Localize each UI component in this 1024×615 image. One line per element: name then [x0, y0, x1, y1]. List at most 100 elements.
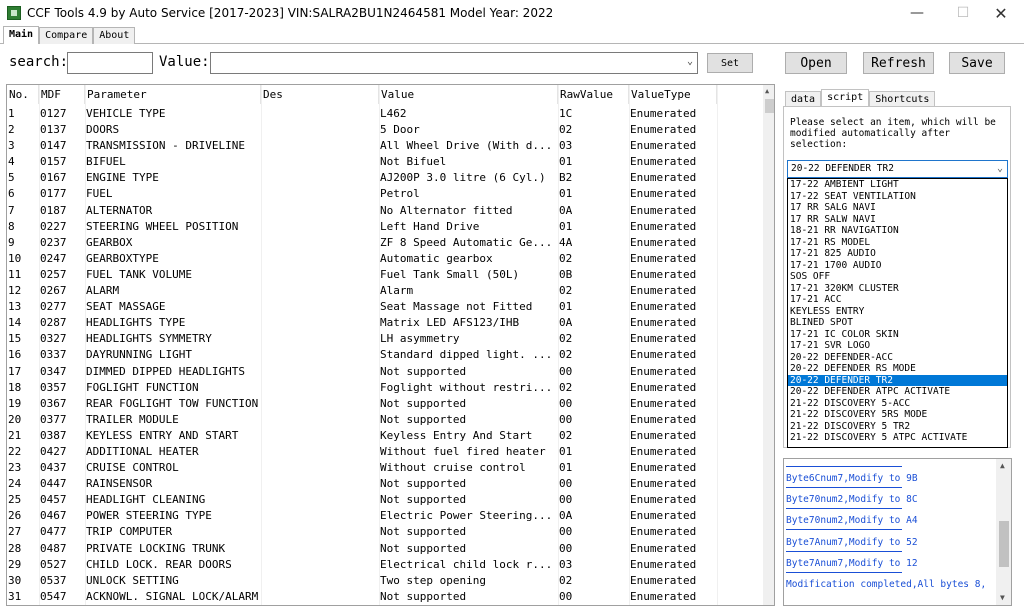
close-icon[interactable]: ✕: [978, 0, 1024, 26]
script-option[interactable]: 17 RR SALW NAVI: [788, 214, 1007, 226]
col-mdf[interactable]: MDF: [39, 85, 85, 104]
script-option[interactable]: 17-21 IC COLOR SKIN: [788, 329, 1007, 341]
refresh-button[interactable]: Refresh: [863, 52, 934, 74]
script-option[interactable]: BLINED SPOT: [788, 317, 1007, 329]
scroll-up-icon[interactable]: ▲: [1000, 461, 1005, 470]
table-row[interactable]: 9 0237 GEARBOX ZF 8 Speed Automatic Ge... 4A…: [7, 235, 759, 251]
table-row[interactable]: 30 0537 UNLOCK SETTING Two step opening 02 En…: [7, 573, 759, 589]
parameter-grid[interactable]: No. MDF Parameter Des Value RawValue Val…: [6, 84, 775, 606]
table-row[interactable]: 16 0337 DAYRUNNING LIGHT Standard dipped li…: [7, 347, 759, 363]
minimize-icon[interactable]: —: [894, 0, 940, 26]
open-button[interactable]: Open: [785, 52, 847, 74]
table-row[interactable]: 1 0127 VEHICLE TYPE L462 1C Enumerated: [7, 106, 759, 122]
script-option[interactable]: 20-22 DEFENDER-ACC: [788, 352, 1007, 364]
table-cell: 0327: [40, 332, 67, 346]
grid-scrollbar[interactable]: ▲: [763, 85, 774, 605]
script-panel: Please select an item, which will be mod…: [783, 106, 1011, 448]
log-scrollbar[interactable]: ▲ ▼: [996, 459, 1011, 605]
script-option[interactable]: 21-22 DISCOVERY 5 TR2: [788, 421, 1007, 433]
table-cell: Two step opening: [380, 573, 486, 587]
col-valuetype[interactable]: ValueType: [629, 85, 717, 104]
script-option[interactable]: 17-21 RS MODEL: [788, 237, 1007, 249]
script-option[interactable]: 17 RR SALG NAVI: [788, 202, 1007, 214]
table-row[interactable]: 21 0387 KEYLESS ENTRY AND START Keyless Ent…: [7, 428, 759, 444]
table-row[interactable]: 29 0527 CHILD LOCK. REAR DOORS Electrical c…: [7, 557, 759, 573]
tab-shortcuts[interactable]: Shortcuts: [869, 91, 936, 107]
table-row[interactable]: 8 0227 STEERING WHEEL POSITION Left Hand Dr…: [7, 219, 759, 235]
script-option[interactable]: 17-21 ACC: [788, 294, 1007, 306]
table-cell: 31: [8, 589, 22, 603]
tab-compare[interactable]: Compare: [39, 27, 94, 44]
scroll-down-icon[interactable]: ▼: [1000, 593, 1005, 602]
tab-data[interactable]: data: [785, 91, 822, 107]
search-input[interactable]: [67, 52, 153, 74]
script-option[interactable]: 18-21 RR NAVIGATION: [788, 225, 1007, 237]
grid-scroll-thumb[interactable]: [765, 99, 774, 113]
script-option[interactable]: 17-21 825 AUDIO: [788, 248, 1007, 260]
table-row[interactable]: 10 0247 GEARBOXTYPE Automatic gearbox 02 Enum…: [7, 251, 759, 267]
table-cell: 0527: [40, 557, 67, 571]
table-row[interactable]: 24 0447 RAINSENSOR Not supported 00 Enumerate…: [7, 476, 759, 492]
tab-main[interactable]: Main: [3, 26, 40, 44]
script-option[interactable]: 17-22 SEAT VENTILATION: [788, 191, 1007, 203]
table-row[interactable]: 13 0277 SEAT MASSAGE Seat Massage not Fitte…: [7, 299, 759, 315]
table-row[interactable]: 26 0467 POWER STEERING TYPE Electric Power …: [7, 508, 759, 524]
table-row[interactable]: 23 0437 CRUISE CONTROL Without cruise contr…: [7, 460, 759, 476]
script-option[interactable]: 17-21 1700 AUDIO: [788, 260, 1007, 272]
table-cell: 23: [8, 461, 22, 475]
script-option[interactable]: KEYLESS ENTRY: [788, 306, 1007, 318]
table-cell: 0477: [40, 525, 67, 539]
table-row[interactable]: 25 0457 HEADLIGHT CLEANING Not supported 00 E…: [7, 492, 759, 508]
script-option[interactable]: 21-22 DISCOVERY 5 ATPC ACTIVATE: [788, 432, 1007, 444]
table-row[interactable]: 7 0187 ALTERNATOR No Alternator fitted 0A Enu…: [7, 203, 759, 219]
scroll-up-icon[interactable]: ▲: [765, 87, 769, 95]
script-option[interactable]: 17-21 320KM CLUSTER: [788, 283, 1007, 295]
col-rawvalue[interactable]: RawValue: [558, 85, 629, 104]
script-option[interactable]: 21-22 DISCOVERY 5RS MODE: [788, 409, 1007, 421]
col-parameter[interactable]: Parameter: [85, 85, 261, 104]
script-option[interactable]: 17-22 AMBIENT LIGHT: [788, 179, 1007, 191]
table-row[interactable]: 6 0177 FUEL Petrol 01 Enumerated: [7, 186, 759, 202]
table-row[interactable]: 19 0367 REAR FOGLIGHT TOW FUNCTION Not supp…: [7, 396, 759, 412]
tab-script[interactable]: script: [821, 89, 870, 107]
table-row[interactable]: 17 0347 DIMMED DIPPED HEADLIGHTS Not suppor…: [7, 364, 759, 380]
table-row[interactable]: 5 0167 ENGINE TYPE AJ200P 3.0 litre (6 Cyl.…: [7, 170, 759, 186]
table-cell: Not supported: [380, 364, 467, 378]
script-option[interactable]: SOS OFF: [788, 271, 1007, 283]
script-dropdown[interactable]: 20-22 DEFENDER TR2 ⌄: [787, 160, 1008, 178]
script-option[interactable]: 20-22 DEFENDER ATPC ACTIVATE: [788, 386, 1007, 398]
table-row[interactable]: 27 0477 TRIP COMPUTER Not supported 00 Enumer…: [7, 524, 759, 540]
save-button[interactable]: Save: [949, 52, 1005, 74]
table-row[interactable]: 4 0157 BIFUEL Not Bifuel 01 Enumerated: [7, 154, 759, 170]
script-option[interactable]: 20-22 DEFENDER RS MODE: [788, 363, 1007, 375]
tab-about[interactable]: About: [93, 27, 136, 44]
chevron-down-icon[interactable]: ⌄: [997, 161, 1003, 177]
script-option[interactable]: 17-21 SVR LOGO: [788, 340, 1007, 352]
table-cell: 9: [8, 235, 15, 249]
table-cell: Enumerated: [630, 461, 697, 475]
table-row[interactable]: 22 0427 ADDITIONAL HEATER Without fuel fire…: [7, 444, 759, 460]
log-scroll-thumb[interactable]: [999, 521, 1009, 567]
table-cell: 7: [8, 203, 15, 217]
table-row[interactable]: 3 0147 TRANSMISSION - DRIVELINE All Wheel D…: [7, 138, 759, 154]
script-option[interactable]: 20-22 DEFENDER TR2: [788, 374, 1007, 386]
table-row[interactable]: 28 0487 PRIVATE LOCKING TRUNK Not supported…: [7, 541, 759, 557]
table-row[interactable]: 12 0267 ALARM Alarm 02 Enumerated: [7, 283, 759, 299]
set-button[interactable]: Set: [707, 53, 753, 73]
script-option[interactable]: 21-22 DISCOVERY 5-ACC: [788, 398, 1007, 410]
table-row[interactable]: 18 0357 FOGLIGHT FUNCTION Foglight without …: [7, 380, 759, 396]
table-row[interactable]: 20 0377 TRAILER MODULE Not supported 00 Enume…: [7, 412, 759, 428]
table-row[interactable]: 11 0257 FUEL TANK VOLUME Fuel Tank Small (5…: [7, 267, 759, 283]
table-row[interactable]: 14 0287 HEADLIGHTS TYPE Matrix LED AFS123/I…: [7, 315, 759, 331]
script-dropdown-list[interactable]: 17-22 AMBIENT LIGHT 17-22 SEAT VENTILATIO…: [787, 178, 1008, 448]
table-row[interactable]: 2 0137 DOORS 5 Door 02 Enumerated: [7, 122, 759, 138]
table-row[interactable]: 15 0327 HEADLIGHTS SYMMETRY LH asymmetry 02 E…: [7, 331, 759, 347]
value-select[interactable]: ⌄: [210, 52, 698, 74]
table-row[interactable]: 31 0547 ACKNOWL. SIGNAL LOCK/ALARM Not supp…: [7, 589, 759, 605]
col-value[interactable]: Value: [379, 85, 558, 104]
col-no[interactable]: No.: [7, 85, 39, 104]
col-des[interactable]: Des: [261, 85, 379, 104]
table-cell: 0167: [40, 171, 67, 185]
chevron-down-icon[interactable]: ⌄: [687, 56, 693, 67]
log-line: Byte70num2,Modify to A4: [786, 515, 918, 527]
